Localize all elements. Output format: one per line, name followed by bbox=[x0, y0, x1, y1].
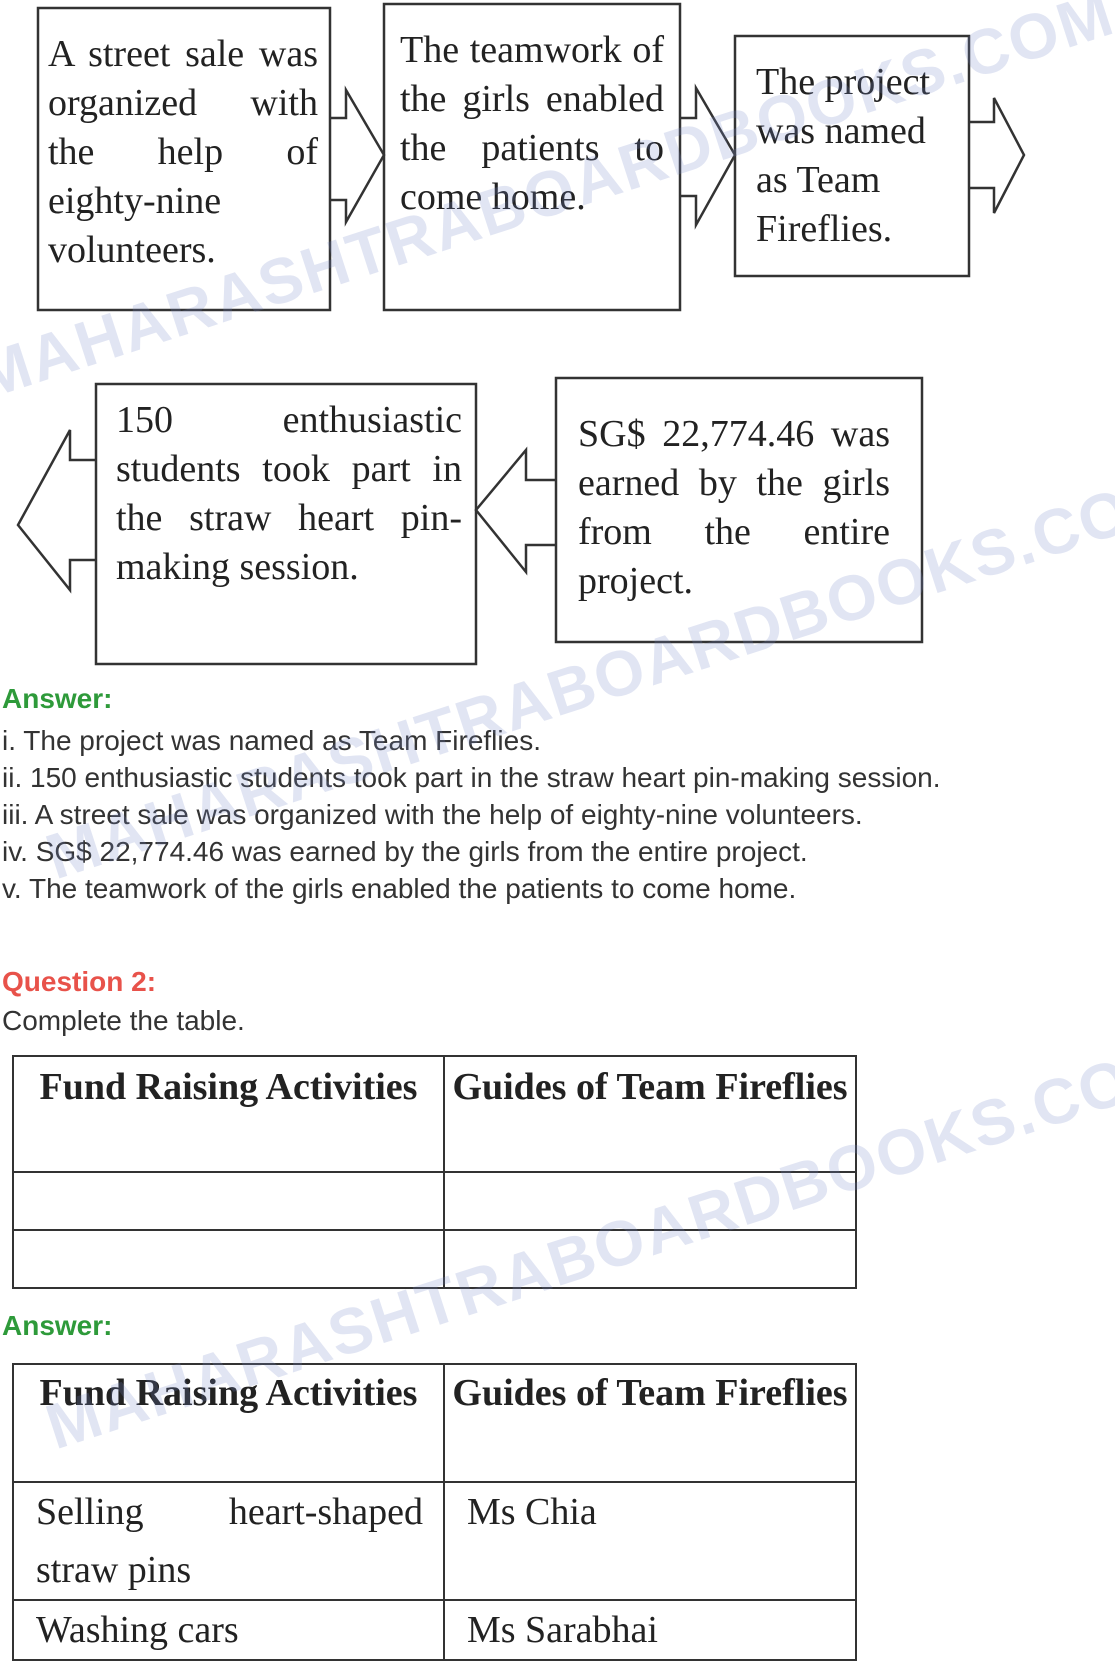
flow-box-street-sale: A street sale was organized with the hel… bbox=[48, 30, 318, 275]
question-label: Question 2: bbox=[2, 966, 157, 997]
answer-item: iii. A street sale was organized with th… bbox=[2, 799, 863, 830]
flow-box-text: 150 enthusiastic students took part in t… bbox=[116, 399, 462, 588]
flow-box-text: SG$ 22,774.46 was earned by the girls fr… bbox=[578, 413, 890, 602]
flow-box-students: 150 enthusiastic students took part in t… bbox=[116, 396, 462, 592]
table-cell-activity: Washing cars bbox=[12, 1599, 445, 1661]
flow-box-text: A street sale was organized with the hel… bbox=[48, 33, 318, 271]
flow-box-teamwork: The teamwork of the girls enabled the pa… bbox=[400, 26, 664, 222]
answer-table: Fund Raising Activities Guides of Team F… bbox=[12, 1363, 858, 1661]
arrow-left-icon bbox=[474, 446, 556, 576]
flow-box-text: The project was named as Team Fireflies. bbox=[756, 61, 931, 250]
table-cell-activity bbox=[12, 1229, 445, 1289]
table-row bbox=[12, 1171, 857, 1231]
answer-item: i. The project was named as Team Firefli… bbox=[2, 725, 541, 756]
table-header-row: Fund Raising Activities Guides of Team F… bbox=[12, 1055, 857, 1173]
arrow-right-icon bbox=[680, 83, 737, 230]
arrow-left-icon bbox=[16, 429, 96, 594]
table-header-guides: Guides of Team Fireflies bbox=[442, 1363, 858, 1483]
answer-item: iv. SG$ 22,774.46 was earned by the girl… bbox=[2, 836, 808, 867]
table-cell-guide: Ms Sarabhai bbox=[442, 1599, 858, 1661]
answer-item: ii. 150 enthusiastic students took part … bbox=[2, 762, 941, 793]
table-cell-activity: Selling heart-shaped straw pins bbox=[12, 1481, 445, 1601]
table-cell-guide: Ms Chia bbox=[442, 1481, 858, 1601]
table-row bbox=[12, 1229, 857, 1289]
table-row: Selling heart-shaped straw pins Ms Chia bbox=[12, 1481, 858, 1601]
answer-item: v. The teamwork of the girls enabled the… bbox=[2, 873, 797, 904]
arrow-right-icon bbox=[969, 97, 1026, 214]
flow-box-project-name: The project was named as Team Fireflies. bbox=[756, 58, 962, 254]
question-prompt: Complete the table. bbox=[2, 1005, 245, 1036]
table-cell-guide bbox=[443, 1171, 857, 1231]
arrow-right-icon bbox=[330, 85, 386, 227]
table-cell-guide bbox=[443, 1229, 857, 1289]
table-cell-activity bbox=[12, 1171, 445, 1231]
answer-label: Answer: bbox=[2, 683, 113, 714]
answer-list: i. The project was named as Team Firefli… bbox=[2, 722, 941, 907]
table-header-guides: Guides of Team Fireflies bbox=[443, 1055, 857, 1173]
answer-label: Answer: bbox=[2, 1310, 113, 1341]
table-header-activities: Fund Raising Activities bbox=[12, 1055, 445, 1173]
table-header-row: Fund Raising Activities Guides of Team F… bbox=[12, 1363, 858, 1483]
flow-diagram: A street sale was organized with the hel… bbox=[0, 0, 1115, 670]
table-header-activities: Fund Raising Activities bbox=[12, 1363, 445, 1483]
question-table: Fund Raising Activities Guides of Team F… bbox=[12, 1055, 857, 1289]
table-row: Washing cars Ms Sarabhai bbox=[12, 1599, 858, 1661]
flow-box-money: SG$ 22,774.46 was earned by the girls fr… bbox=[578, 410, 890, 606]
flow-box-text: The teamwork of the girls enabled the pa… bbox=[400, 29, 664, 218]
